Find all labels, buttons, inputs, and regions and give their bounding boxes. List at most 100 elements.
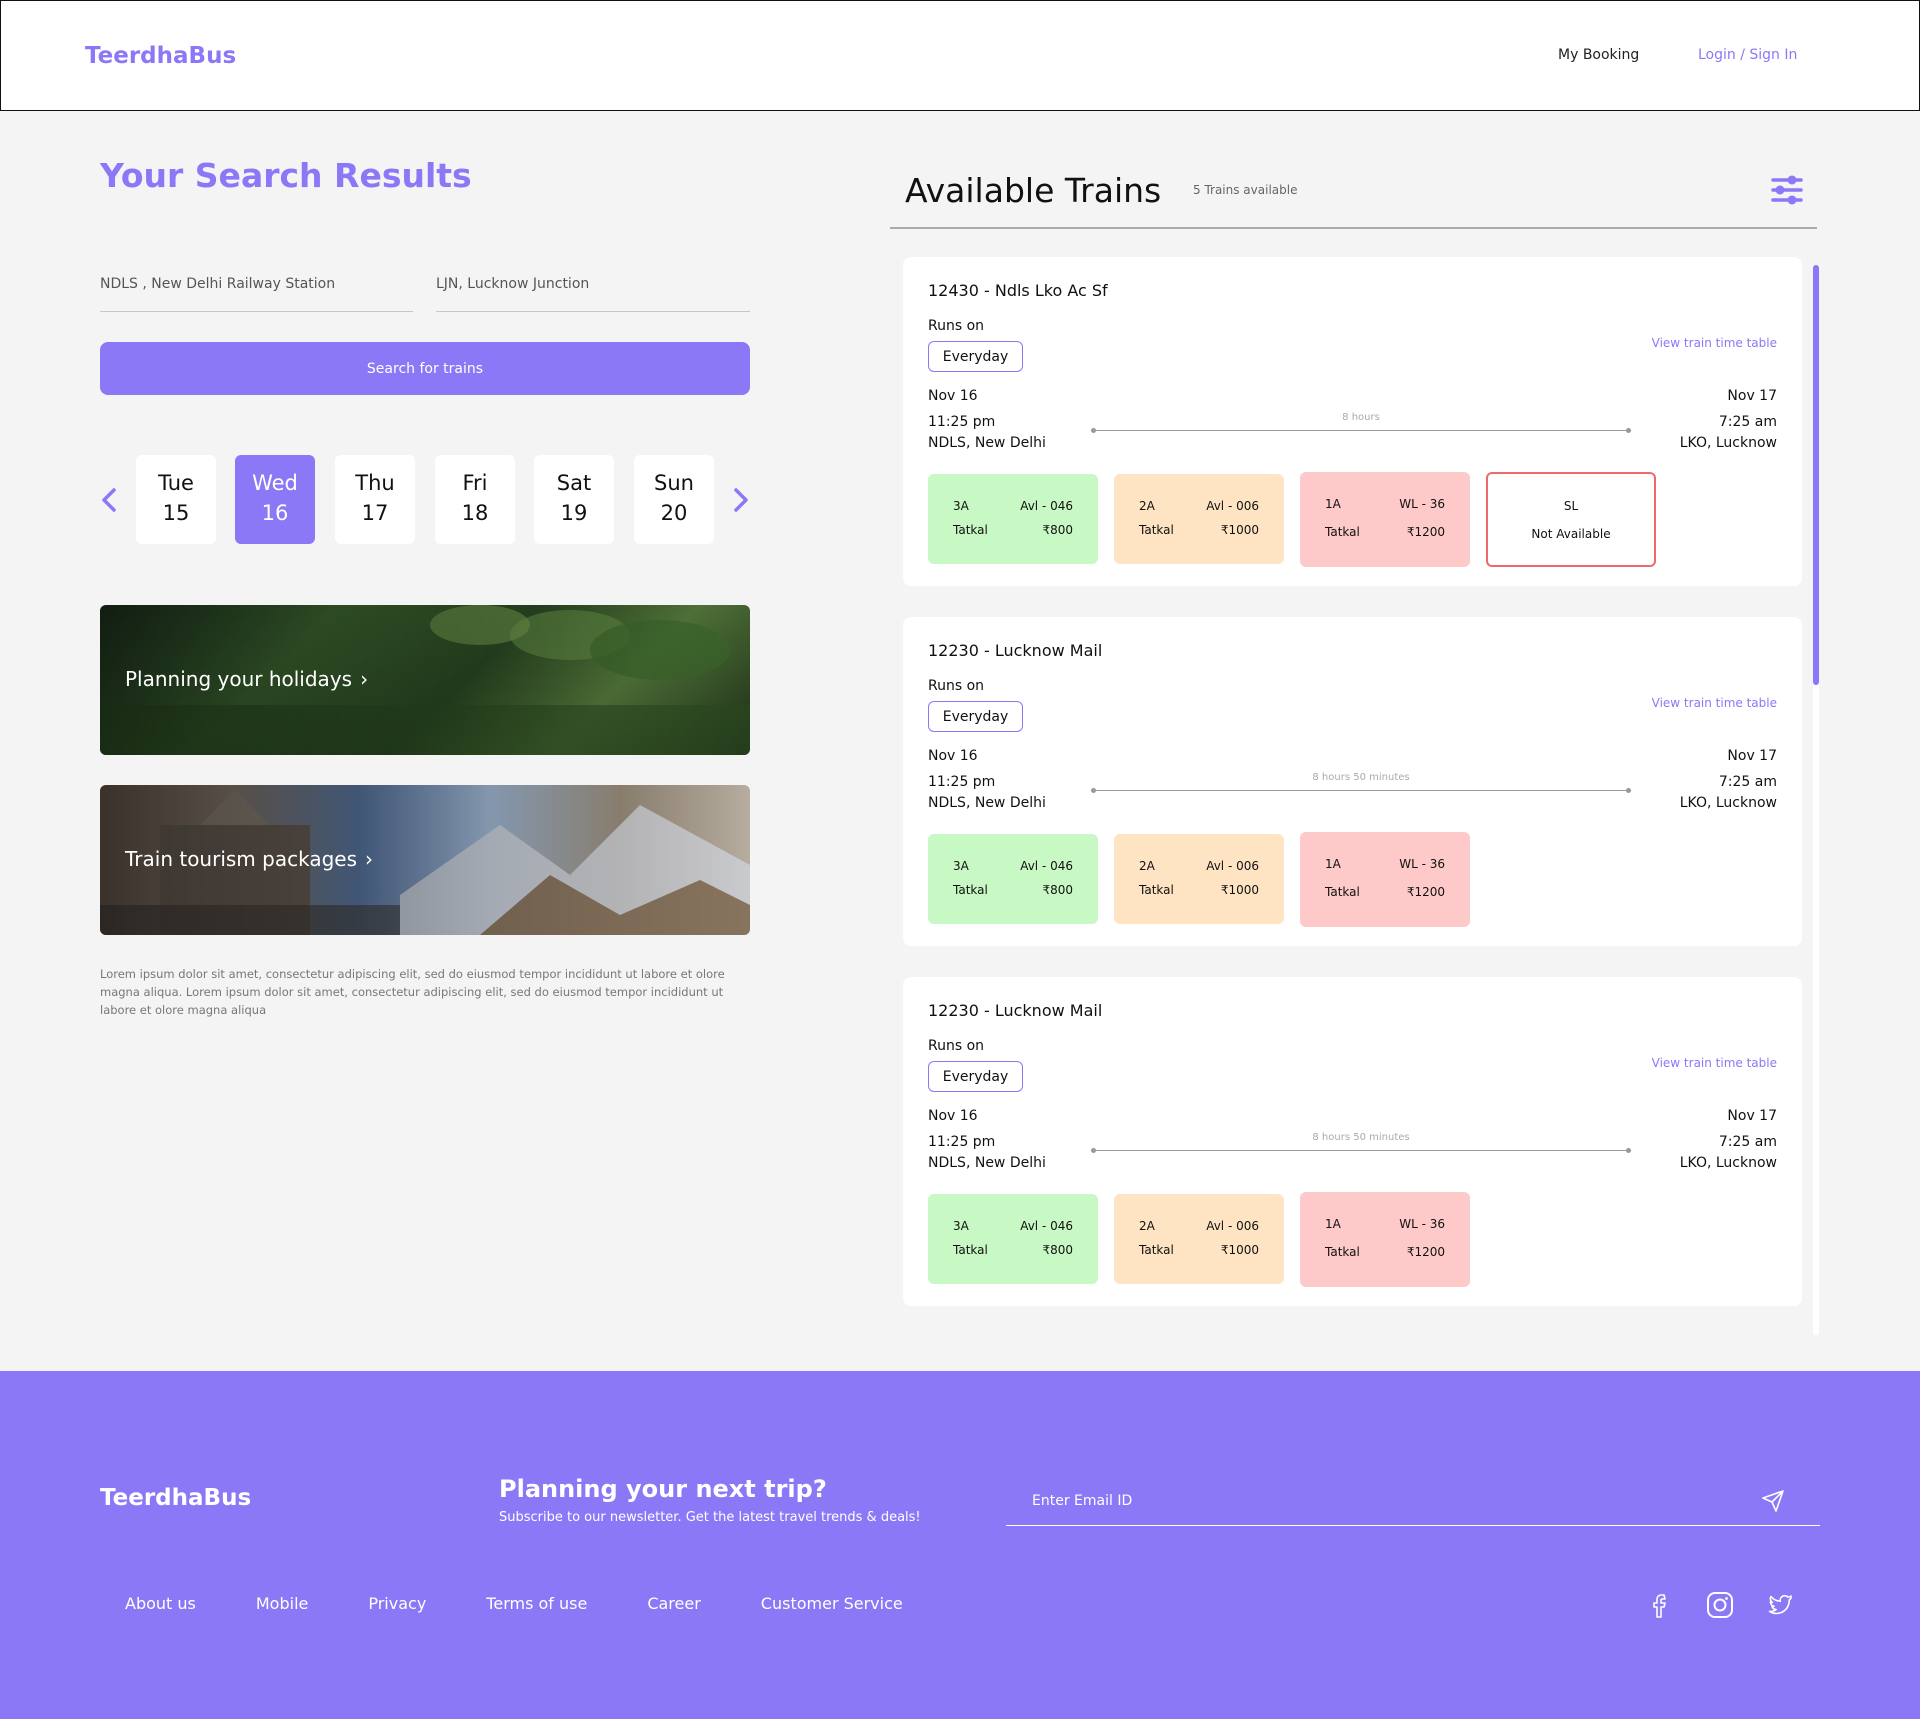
date-option-sun[interactable]: Sun 20 (634, 455, 714, 544)
departure-station: NDLS, New Delhi (928, 435, 1046, 451)
runs-on-label: Runs on (928, 678, 985, 694)
footer-link-terms[interactable]: Terms of use (486, 1594, 587, 1613)
train-name: 12430 - Ndls Lko Ac Sf (928, 281, 1108, 300)
fare-price: ₹800 (1042, 523, 1073, 537)
facebook-icon[interactable] (1646, 1590, 1676, 1620)
fare-class: 3A (953, 499, 969, 513)
fare-availability: WL - 36 (1399, 497, 1445, 511)
fare-class: 1A (1325, 1217, 1341, 1231)
fare-option-2a[interactable]: 2A Avl - 006 Tatkal ₹1000 (1114, 474, 1284, 564)
date-option-sat[interactable]: Sat 19 (534, 455, 614, 544)
fare-price: ₹800 (1042, 883, 1073, 897)
twitter-icon[interactable] (1764, 1590, 1794, 1620)
train-card[interactable]: 12430 - Ndls Lko Ac Sf Runs on Everyday Vie… (903, 257, 1802, 586)
fare-availability: Avl - 046 (1020, 859, 1073, 873)
arrival-station: LKO, Lucknow (1679, 1155, 1777, 1171)
search-trains-button[interactable]: Search for trains (100, 342, 750, 395)
arrival-date: Nov 17 (1727, 388, 1777, 404)
fare-class: 2A (1139, 1219, 1155, 1233)
fare-price: ₹1000 (1220, 523, 1259, 537)
chevron-right-icon[interactable] (730, 480, 752, 520)
train-name: 12230 - Lucknow Mail (928, 641, 1103, 660)
fare-availability: WL - 36 (1399, 857, 1445, 871)
date-option-wed[interactable]: Wed 16 (235, 455, 315, 544)
newsletter-title: Planning your next trip? (499, 1475, 827, 1503)
scrollbar-thumb[interactable] (1813, 265, 1819, 685)
footer-link-about[interactable]: About us (125, 1594, 196, 1613)
instagram-icon[interactable] (1705, 1590, 1735, 1620)
fare-option-2a[interactable]: 2A Avl - 006 Tatkal ₹1000 (1114, 1194, 1284, 1284)
runs-on-label: Runs on (928, 1038, 985, 1054)
train-card[interactable]: 12230 - Lucknow Mail Runs on Everyday View … (903, 617, 1802, 946)
fare-option-sl[interactable]: SL Not Available (1486, 472, 1656, 567)
fare-option-3a[interactable]: 3A Avl - 046 Tatkal ₹800 (928, 474, 1098, 564)
date-number-label: 19 (560, 501, 588, 525)
fare-quota: Tatkal (1139, 883, 1174, 897)
from-station-field[interactable]: NDLS , New Delhi Railway Station (100, 263, 413, 312)
fare-availability: Avl - 006 (1206, 859, 1259, 873)
date-option-fri[interactable]: Fri 18 (435, 455, 515, 544)
chevron-left-icon[interactable] (98, 480, 120, 520)
logo[interactable]: TeerdhaBus (85, 43, 236, 69)
date-day-label: Wed (252, 471, 298, 495)
arrival-station: LKO, Lucknow (1679, 795, 1777, 811)
newsletter-form (1006, 1481, 1820, 1526)
promo-tourism[interactable]: Train tourism packages › (100, 785, 750, 935)
view-timetable-link[interactable]: View train time table (1652, 696, 1777, 710)
fare-option-1a[interactable]: 1A WL - 36 Tatkal ₹1200 (1300, 832, 1470, 927)
fare-availability: Avl - 006 (1206, 499, 1259, 513)
fare-class: 3A (953, 1219, 969, 1233)
date-number-label: 16 (261, 501, 289, 525)
available-trains-title: Available Trains (905, 171, 1162, 210)
fare-quota: Tatkal (1325, 1245, 1360, 1259)
runs-on-badge: Everyday (928, 701, 1023, 732)
fare-quota: Tatkal (953, 523, 988, 537)
train-card[interactable]: 12230 - Lucknow Mail Runs on Everyday View … (903, 977, 1802, 1306)
departure-time: 11:25 pm (928, 414, 996, 430)
view-timetable-link[interactable]: View train time table (1652, 336, 1777, 350)
send-icon[interactable] (1761, 1489, 1785, 1513)
footer-logo[interactable]: TeerdhaBus (100, 1485, 251, 1511)
fare-price: ₹1200 (1406, 885, 1445, 899)
fare-price: ₹1000 (1220, 883, 1259, 897)
to-station-field[interactable]: LJN, Lucknow Junction (436, 263, 750, 312)
sliders-icon[interactable] (1770, 173, 1804, 207)
footer-link-privacy[interactable]: Privacy (368, 1594, 426, 1613)
arrival-time: 7:25 am (1718, 414, 1777, 430)
my-booking-link[interactable]: My Booking (1558, 47, 1639, 63)
arrival-time: 7:25 am (1718, 1134, 1777, 1150)
page-title: Your Search Results (100, 156, 472, 195)
train-name: 12230 - Lucknow Mail (928, 1001, 1103, 1020)
promo-holidays[interactable]: Planning your holidays › (100, 605, 750, 755)
fare-price: ₹1200 (1406, 1245, 1445, 1259)
fare-option-3a[interactable]: 3A Avl - 046 Tatkal ₹800 (928, 834, 1098, 924)
footer-link-career[interactable]: Career (647, 1594, 700, 1613)
fare-option-1a[interactable]: 1A WL - 36 Tatkal ₹1200 (1300, 472, 1470, 567)
email-input[interactable] (1006, 1481, 1766, 1521)
fare-option-2a[interactable]: 2A Avl - 006 Tatkal ₹1000 (1114, 834, 1284, 924)
date-option-thu[interactable]: Thu 17 (335, 455, 415, 544)
fare-option-1a[interactable]: 1A WL - 36 Tatkal ₹1200 (1300, 1192, 1470, 1287)
description-text: Lorem ipsum dolor sit amet, consectetur … (100, 967, 725, 1017)
fare-class: 3A (953, 859, 969, 873)
fare-price: ₹1000 (1220, 1243, 1259, 1257)
date-day-label: Sun (654, 471, 694, 495)
departure-time: 11:25 pm (928, 774, 996, 790)
departure-station: NDLS, New Delhi (928, 1155, 1046, 1171)
date-option-tue[interactable]: Tue 15 (136, 455, 216, 544)
footer-link-customer-service[interactable]: Customer Service (761, 1594, 903, 1613)
view-timetable-link[interactable]: View train time table (1652, 1056, 1777, 1070)
arrival-time: 7:25 am (1718, 774, 1777, 790)
arrival-date: Nov 17 (1727, 1108, 1777, 1124)
fare-class: 2A (1139, 859, 1155, 873)
date-number-label: 20 (660, 501, 688, 525)
footer-link-mobile[interactable]: Mobile (256, 1594, 308, 1613)
fare-quota: Tatkal (953, 1243, 988, 1257)
departure-date: Nov 16 (928, 388, 978, 404)
fare-class: 1A (1325, 497, 1341, 511)
login-link[interactable]: Login / Sign In (1698, 47, 1797, 63)
chevron-right-icon: › (360, 667, 369, 691)
date-day-label: Sat (556, 471, 592, 495)
fare-option-3a[interactable]: 3A Avl - 046 Tatkal ₹800 (928, 1194, 1098, 1284)
fare-availability: Avl - 046 (1020, 1219, 1073, 1233)
